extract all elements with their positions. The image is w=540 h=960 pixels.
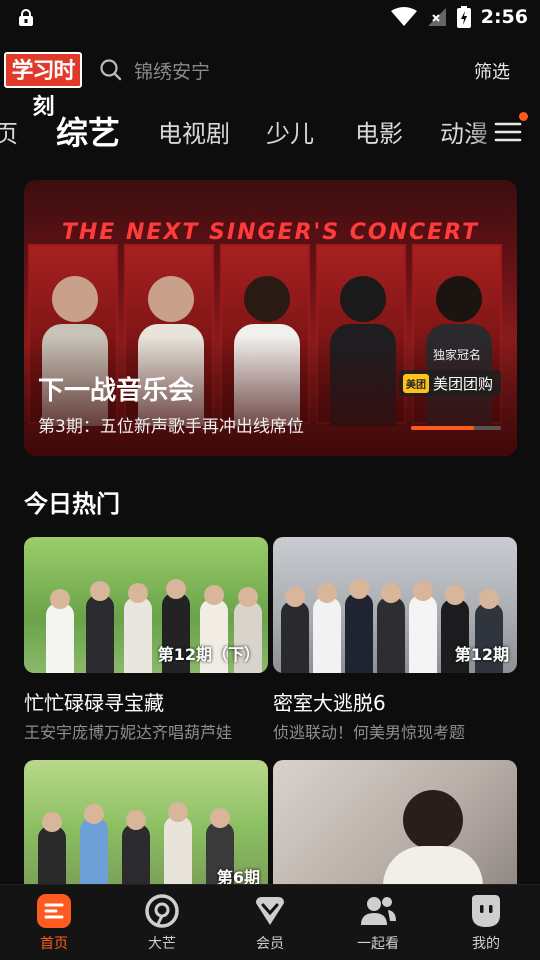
app-logo[interactable]: 学习时刻 bbox=[4, 52, 82, 120]
card-thumbnail[interactable]: 第12期 bbox=[273, 537, 517, 673]
nav-vip[interactable]: 会员 bbox=[216, 893, 324, 953]
tab-tv-series[interactable]: 电视剧 bbox=[158, 114, 230, 149]
tab-home[interactable]: 页 bbox=[0, 114, 18, 149]
content-card[interactable] bbox=[273, 760, 517, 896]
section-title: 今日热门 bbox=[24, 490, 120, 518]
card-title[interactable]: 忙忙碌碌寻宝藏 bbox=[24, 687, 164, 716]
tab-kids[interactable]: 少儿 bbox=[266, 114, 314, 149]
category-tabs: 页 综艺 电视剧 少儿 电影 动漫 bbox=[0, 104, 540, 158]
menu-icon bbox=[494, 122, 522, 142]
episode-label: 第12期（下） bbox=[157, 645, 260, 664]
vip-heart-icon bbox=[256, 896, 284, 925]
notification-dot bbox=[519, 112, 528, 121]
featured-banner[interactable]: THE NEXT SINGER'S CONCERT 独家冠名 美团 美团团购 下… bbox=[24, 180, 517, 456]
nav-profile[interactable]: 我的 bbox=[432, 893, 540, 953]
exclusive-label: 独家冠名 bbox=[432, 348, 481, 362]
content-card[interactable]: 第12期（下） 忙忙碌碌寻宝藏 王安宇庞博万妮达齐唱葫芦娃 bbox=[24, 537, 268, 742]
banner-subtitle: 第3期：五位新声歌手再冲出线席位 bbox=[38, 417, 304, 437]
card-title[interactable]: 密室大逃脱6 bbox=[273, 687, 386, 716]
banner-title: 下一战音乐会 bbox=[38, 376, 195, 406]
tab-variety[interactable]: 综艺 bbox=[56, 108, 120, 154]
wifi-icon bbox=[390, 7, 417, 26]
clock: 2:56 bbox=[480, 6, 528, 28]
profile-icon bbox=[472, 894, 500, 927]
search-bar[interactable]: 锦绣安宁 bbox=[100, 52, 210, 88]
card-thumbnail[interactable] bbox=[273, 760, 517, 896]
filter-button[interactable]: 筛选 bbox=[474, 58, 510, 84]
top-header: 学习时刻 锦绣安宁 筛选 bbox=[0, 48, 540, 120]
no-signal-icon bbox=[427, 8, 446, 26]
banner-progress-fill bbox=[411, 426, 474, 430]
mango-icon bbox=[145, 893, 179, 928]
nav-label: 首页 bbox=[40, 935, 68, 952]
channel-menu-button[interactable] bbox=[494, 112, 528, 146]
nav-label: 我的 bbox=[472, 935, 500, 952]
tab-movies[interactable]: 电影 bbox=[355, 114, 403, 149]
content-card[interactable]: 第12期 密室大逃脱6 侦逃联动！何美男惊现考题 bbox=[273, 537, 517, 742]
home-icon bbox=[37, 893, 71, 928]
card-description: 王安宇庞博万妮达齐唱葫芦娃 bbox=[24, 723, 233, 742]
watch-together-icon bbox=[361, 896, 396, 925]
battery-charging-icon bbox=[456, 6, 471, 28]
nav-damang[interactable]: 大芒 bbox=[108, 893, 216, 953]
content-card[interactable]: 第6期 bbox=[24, 760, 268, 896]
search-placeholder[interactable]: 锦绣安宁 bbox=[134, 57, 210, 84]
search-icon bbox=[100, 59, 122, 81]
sponsor-logo: 美团 bbox=[402, 373, 429, 393]
status-bar: 2:56 bbox=[0, 0, 540, 36]
banner-concert-title: THE NEXT SINGER'S CONCERT bbox=[61, 220, 480, 245]
bottom-navigation: 首页 大芒 会员 一起看 我的 bbox=[0, 884, 540, 960]
nav-label: 会员 bbox=[256, 935, 284, 952]
lock-icon bbox=[19, 9, 33, 26]
episode-label: 第12期 bbox=[454, 645, 509, 664]
nav-label: 大芒 bbox=[148, 935, 176, 952]
card-thumbnail[interactable]: 第6期 bbox=[24, 760, 268, 896]
card-thumbnail[interactable]: 第12期（下） bbox=[24, 537, 268, 673]
nav-watch-together[interactable]: 一起看 bbox=[324, 893, 432, 953]
nav-label: 一起看 bbox=[357, 935, 399, 952]
nav-home[interactable]: 首页 bbox=[0, 893, 108, 953]
card-description: 侦逃联动！何美男惊现考题 bbox=[273, 723, 466, 742]
banner-carousel-progress bbox=[411, 426, 501, 430]
sponsor-name: 美团团购 bbox=[432, 374, 493, 393]
sponsor-tag: 美团 美团团购 bbox=[398, 370, 501, 396]
